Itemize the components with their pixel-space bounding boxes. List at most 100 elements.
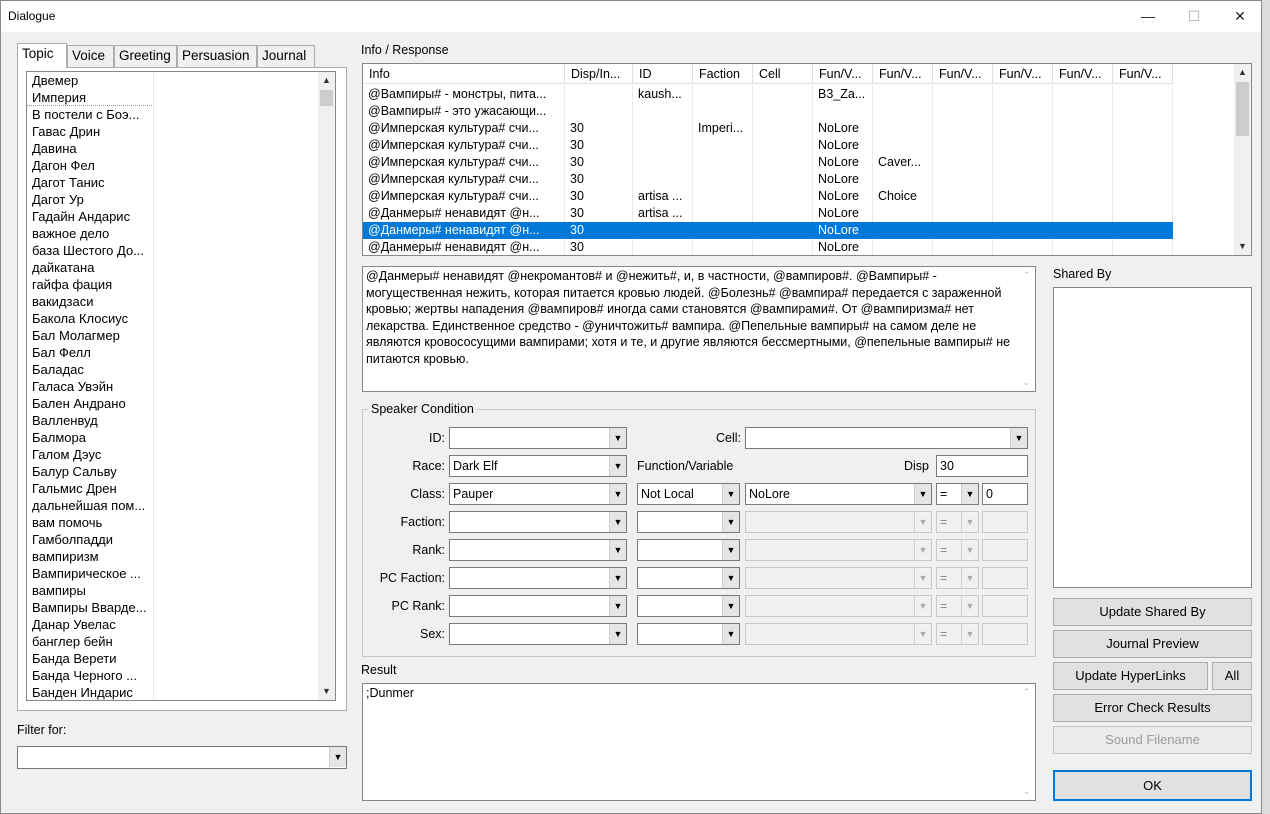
column-header[interactable]: Faction bbox=[693, 64, 753, 84]
maximize-icon[interactable]: ☐ bbox=[1171, 1, 1217, 32]
topic-list-item[interactable]: Дагот Танис bbox=[27, 174, 152, 191]
scroll-up-icon[interactable]: ▲ bbox=[318, 72, 335, 89]
grid-row[interactable]: @Данмеры# ненавидят @н... 30 NoLore bbox=[363, 239, 1173, 255]
result-text[interactable]: ;Dunmer ⌃ ⌄ bbox=[362, 683, 1036, 801]
topic-list-item[interactable]: Дагон Фел bbox=[27, 157, 152, 174]
dropdown-arrow-icon[interactable]: ▼ bbox=[722, 540, 739, 560]
topic-list-item[interactable]: Бал Молагмер bbox=[27, 327, 152, 344]
topic-list-item[interactable]: Банда Верети bbox=[27, 650, 152, 667]
disp-input[interactable]: 30 bbox=[936, 455, 1028, 477]
column-header[interactable]: Fun/V... bbox=[933, 64, 993, 84]
response-text[interactable]: @Данмеры# ненавидят @некромантов# и @неж… bbox=[362, 266, 1036, 392]
dropdown-arrow-icon[interactable]: ▼ bbox=[609, 484, 626, 504]
topic-list-item[interactable]: база Шестого До... bbox=[27, 242, 152, 259]
scroll-up-icon[interactable]: ⌃ bbox=[1018, 684, 1035, 701]
dropdown-arrow-icon[interactable]: ▼ bbox=[609, 456, 626, 476]
tab-journal[interactable]: Journal bbox=[257, 45, 315, 67]
dropdown-arrow-icon[interactable]: ▼ bbox=[722, 484, 739, 504]
faction-combo[interactable]: ▼ bbox=[449, 511, 627, 533]
scroll-up-icon[interactable]: ⌃ bbox=[1018, 267, 1035, 284]
scroll-thumb[interactable] bbox=[320, 90, 333, 106]
race-combo[interactable]: Dark Elf ▼ bbox=[449, 455, 627, 477]
topic-list-item[interactable]: вакидзаси bbox=[27, 293, 152, 310]
grid-row[interactable]: @Имперская культура# счи... 30 NoLore bbox=[363, 137, 1173, 154]
grid-row[interactable]: @Данмеры# ненавидят @н... 30 artisa ... NoL… bbox=[363, 205, 1173, 222]
error-check-results-button[interactable]: Error Check Results bbox=[1053, 694, 1252, 722]
column-header[interactable]: ID bbox=[633, 64, 693, 84]
column-header[interactable]: Fun/V... bbox=[1113, 64, 1173, 84]
function-type-combo-1[interactable]: Not Local ▼ bbox=[637, 483, 740, 505]
column-header[interactable]: Disp/In... bbox=[565, 64, 633, 84]
scroll-thumb[interactable] bbox=[1236, 82, 1249, 136]
tab-voice[interactable]: Voice bbox=[67, 45, 114, 67]
topic-list-item[interactable]: важное дело bbox=[27, 225, 152, 242]
dropdown-arrow-icon[interactable]: ▼ bbox=[914, 568, 931, 588]
function-type-combo[interactable]: ▼ bbox=[637, 539, 740, 561]
dropdown-arrow-icon[interactable]: ▼ bbox=[961, 596, 978, 616]
class-combo[interactable]: Pauper ▼ bbox=[449, 483, 627, 505]
topic-list-item[interactable]: Дагот Ур bbox=[27, 191, 152, 208]
grid-scrollbar[interactable]: ▲ ▼ bbox=[1234, 64, 1251, 255]
topic-list-item[interactable]: дальнейшая пом... bbox=[27, 497, 152, 514]
tab-persuasion[interactable]: Persuasion bbox=[177, 45, 257, 67]
topic-list-item[interactable]: вам помочь bbox=[27, 514, 152, 531]
dropdown-arrow-icon[interactable]: ▼ bbox=[609, 512, 626, 532]
topic-list-item[interactable]: Банден Индарис bbox=[27, 684, 152, 700]
dropdown-arrow-icon[interactable]: ▼ bbox=[609, 568, 626, 588]
filter-combo[interactable]: ▼ bbox=[17, 746, 347, 769]
update-shared-by-button[interactable]: Update Shared By bbox=[1053, 598, 1252, 626]
column-header[interactable]: Fun/V... bbox=[1053, 64, 1113, 84]
scroll-down-icon[interactable]: ⌄ bbox=[1018, 783, 1035, 800]
dropdown-arrow-icon[interactable]: ▼ bbox=[961, 512, 978, 532]
dropdown-arrow-icon[interactable]: ▼ bbox=[609, 624, 626, 644]
topic-scrollbar[interactable]: ▲ ▼ bbox=[318, 72, 335, 700]
topic-list-item[interactable]: Балмора bbox=[27, 429, 152, 446]
topic-list-item[interactable]: В постели с Боэ... bbox=[27, 106, 152, 123]
dropdown-arrow-icon[interactable]: ▼ bbox=[722, 512, 739, 532]
ok-button[interactable]: OK bbox=[1053, 770, 1252, 801]
topic-list-item[interactable]: Давина bbox=[27, 140, 152, 157]
dropdown-arrow-icon[interactable]: ▼ bbox=[961, 484, 978, 504]
column-header[interactable]: Cell bbox=[753, 64, 813, 84]
topic-list-item[interactable]: Гадайн Андарис bbox=[27, 208, 152, 225]
scroll-down-icon[interactable]: ▼ bbox=[318, 683, 335, 700]
dropdown-arrow-icon[interactable]: ▼ bbox=[961, 540, 978, 560]
topic-list-item[interactable]: Гальмис Дрен bbox=[27, 480, 152, 497]
column-header[interactable]: Fun/V... bbox=[873, 64, 933, 84]
variable-combo-1[interactable]: NoLore ▼ bbox=[745, 483, 932, 505]
topic-list-item[interactable]: Галом Дэус bbox=[27, 446, 152, 463]
journal-preview-button[interactable]: Journal Preview bbox=[1053, 630, 1252, 658]
minimize-icon[interactable]: — bbox=[1125, 1, 1171, 32]
grid-row[interactable]: @Вампиры# - монстры, пита... kaush... B3_Z… bbox=[363, 86, 1173, 103]
topic-list[interactable]: Двемер Империя В постели с Боэ... Гавас Дри… bbox=[26, 71, 336, 701]
dropdown-arrow-icon[interactable]: ▼ bbox=[914, 624, 931, 644]
topic-list-item[interactable]: Двемер bbox=[27, 72, 152, 89]
topic-list-item[interactable]: Балур Сальву bbox=[27, 463, 152, 480]
dropdown-arrow-icon[interactable]: ▼ bbox=[914, 540, 931, 560]
shared-by-list[interactable] bbox=[1053, 287, 1252, 588]
grid-row[interactable]: @Имперская культура# счи... 30 Imperi... No… bbox=[363, 120, 1173, 137]
topic-list-item[interactable]: Банда Черного ... bbox=[27, 667, 152, 684]
column-header[interactable]: Fun/V... bbox=[993, 64, 1053, 84]
topic-list-item[interactable]: Гамболпадди bbox=[27, 531, 152, 548]
topic-list-item[interactable]: Баладас bbox=[27, 361, 152, 378]
dropdown-arrow-icon[interactable]: ▼ bbox=[609, 540, 626, 560]
response-scrollbar[interactable]: ⌃ ⌄ bbox=[1018, 267, 1035, 391]
topic-list-item[interactable]: вампиризм bbox=[27, 548, 152, 565]
grid-row[interactable]: @Имперская культура# счи... 30 NoLore Caver… bbox=[363, 154, 1173, 171]
function-type-combo[interactable]: ▼ bbox=[637, 511, 740, 533]
topic-list-item[interactable]: Валленвуд bbox=[27, 412, 152, 429]
scroll-down-icon[interactable]: ▼ bbox=[1234, 238, 1251, 255]
id-combo[interactable]: ▼ bbox=[449, 427, 627, 449]
dropdown-arrow-icon[interactable]: ▼ bbox=[609, 428, 626, 448]
topic-list-item[interactable]: дайкатана bbox=[27, 259, 152, 276]
update-hyperlinks-button[interactable]: Update HyperLinks bbox=[1053, 662, 1208, 690]
column-header[interactable]: Fun/V... bbox=[813, 64, 873, 84]
scroll-down-icon[interactable]: ⌄ bbox=[1018, 374, 1035, 391]
topic-list-item[interactable]: Галаса Увэйн bbox=[27, 378, 152, 395]
info-grid[interactable]: Info Disp/In... ID Faction Cell Fun/V... Fun/V… bbox=[362, 63, 1252, 256]
dropdown-arrow-icon[interactable]: ▼ bbox=[329, 747, 346, 767]
dropdown-arrow-icon[interactable]: ▼ bbox=[961, 624, 978, 644]
topic-list-item[interactable]: Гавас Дрин bbox=[27, 123, 152, 140]
topic-list-item[interactable]: Данар Увелас bbox=[27, 616, 152, 633]
